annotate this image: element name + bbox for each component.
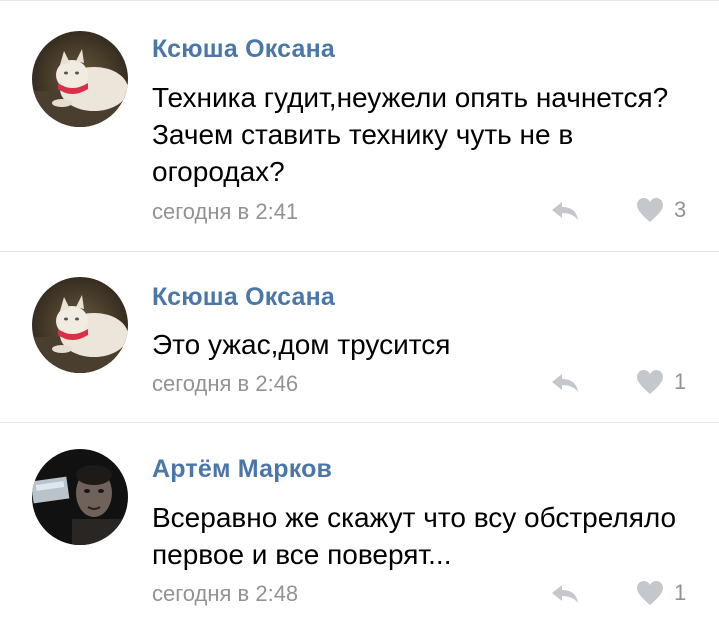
like-button[interactable]: 1	[636, 580, 686, 606]
timestamp[interactable]: сегодня в 2:41	[152, 199, 298, 225]
like-button[interactable]: 1	[636, 369, 686, 395]
avatar[interactable]	[32, 31, 128, 127]
comment-text: Это ужас,дом трусится	[152, 329, 451, 360]
author-name[interactable]: Ксюша Оксана	[152, 283, 335, 312]
like-count: 1	[674, 369, 687, 394]
reply-icon[interactable]	[550, 372, 580, 394]
comment-text: Техника гудит,неужели опять начнется? За…	[152, 82, 669, 187]
reply-icon[interactable]	[550, 200, 580, 222]
heart-icon	[637, 198, 663, 222]
avatar[interactable]	[32, 277, 128, 373]
like-count: 1	[674, 580, 687, 605]
timestamp[interactable]: сегодня в 2:46	[152, 371, 298, 397]
divider	[0, 251, 719, 252]
like-button[interactable]: 3	[636, 197, 686, 223]
author-name[interactable]: Ксюша Оксана	[152, 35, 335, 64]
heart-icon	[637, 581, 663, 605]
comment-text: Всеравно же скажут что всу обстреляло пе…	[152, 502, 677, 570]
author-name[interactable]: Артём Марков	[152, 455, 332, 484]
timestamp[interactable]: сегодня в 2:48	[152, 581, 298, 607]
heart-icon	[637, 370, 663, 394]
divider	[0, 422, 719, 423]
comments-feed: Ксюша Оксана Техника гудит,неужели опять…	[0, 0, 719, 633]
avatar[interactable]	[32, 449, 128, 545]
like-count: 3	[674, 197, 687, 222]
reply-icon[interactable]	[550, 583, 580, 605]
